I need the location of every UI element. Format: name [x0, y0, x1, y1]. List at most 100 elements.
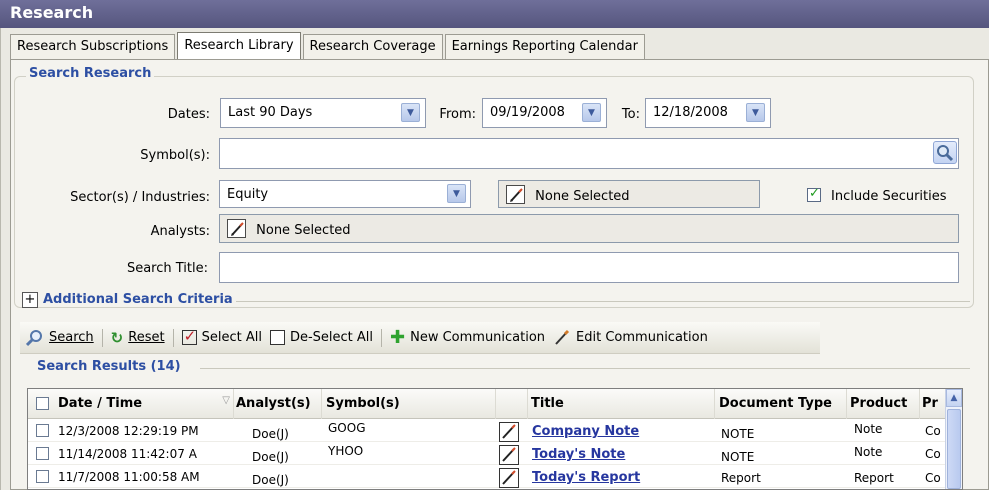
search-button-label: Search: [49, 330, 94, 345]
pencil-icon: [555, 329, 570, 345]
search-results-title: Search Results (14): [34, 359, 184, 374]
row-doc-type: Report: [721, 471, 761, 485]
sector-value: Equity: [227, 187, 269, 202]
from-label: From:: [439, 107, 476, 122]
col-product[interactable]: Product: [850, 389, 920, 419]
col-document-type[interactable]: Document Type: [719, 389, 847, 419]
plus-icon: +: [24, 292, 36, 307]
reset-button-label: Reset: [128, 330, 165, 345]
results-toolbar: Search ↻ Reset ✓ Select All De-Select Al…: [20, 322, 820, 354]
row-product: Note: [854, 445, 883, 459]
results-scrollbar[interactable]: ▲: [945, 389, 962, 489]
select-all-label: Select All: [201, 330, 262, 345]
to-label: To:: [621, 107, 640, 122]
checkbox-checked-icon: ✓: [181, 327, 197, 345]
industries-picker[interactable]: None Selected: [498, 180, 760, 208]
row-product: Note: [854, 422, 883, 436]
toolbar-separator: [381, 328, 382, 347]
from-date-dropdown-arrow-icon[interactable]: ▼: [582, 103, 601, 122]
row-pr: Co: [925, 424, 941, 438]
symbols-input[interactable]: [219, 138, 959, 169]
pencil-icon[interactable]: [499, 445, 519, 465]
row-title-link[interactable]: Today's Report: [532, 470, 640, 485]
col-title[interactable]: Title: [531, 389, 715, 419]
results-divider: [200, 368, 970, 369]
sector-label: Sector(s) / Industries:: [70, 190, 210, 205]
include-securities-label: Include Securities: [831, 189, 947, 204]
refresh-icon: ↻: [110, 328, 124, 347]
select-all-rows-checkbox[interactable]: [36, 397, 49, 410]
results-grid: Date / Time ▽ Analyst(s) Symbol(s) Title…: [27, 388, 963, 490]
analysts-value: None Selected: [256, 223, 351, 238]
edit-communication-button[interactable]: Edit Communication: [553, 329, 708, 347]
reset-button[interactable]: ↻ Reset: [111, 329, 165, 347]
select-all-button[interactable]: ✓ Select All: [181, 327, 262, 345]
analysts-picker[interactable]: None Selected: [219, 214, 959, 243]
tab-earnings-reporting-calendar[interactable]: Earnings Reporting Calendar: [444, 34, 645, 59]
deselect-all-button[interactable]: De-Select All: [269, 330, 373, 345]
row-analyst: Doe(J): [252, 450, 289, 464]
toolbar-separator: [172, 328, 174, 347]
industries-value: None Selected: [535, 189, 630, 204]
checkmark-icon: ✓: [809, 186, 820, 201]
tab-research-library[interactable]: Research Library: [177, 32, 301, 59]
dates-dropdown-arrow-icon[interactable]: ▼: [401, 103, 420, 122]
sector-select[interactable]: Equity: [219, 180, 471, 208]
new-communication-button[interactable]: ✚ New Communication: [390, 328, 546, 346]
pencil-icon[interactable]: [506, 185, 525, 204]
grid-header: Date / Time ▽ Analyst(s) Symbol(s) Title…: [28, 389, 962, 419]
additional-criteria-label[interactable]: Additional Search Criteria: [40, 292, 236, 307]
tab-research-coverage[interactable]: Research Coverage: [302, 34, 443, 59]
dates-value: Last 90 Days: [228, 105, 313, 120]
table-row[interactable]: 11/14/2008 11:42:07 A Doe(J) YHOO Today'…: [28, 444, 962, 465]
row-date: 11/7/2008 11:00:58 AM: [58, 470, 200, 484]
col-analysts[interactable]: Analyst(s): [236, 389, 322, 419]
row-analyst: Doe(J): [252, 473, 289, 487]
dates-label: Dates:: [167, 107, 210, 122]
magnifier-icon: [937, 145, 954, 162]
col-icon[interactable]: [498, 389, 528, 419]
pencil-icon[interactable]: [227, 219, 246, 238]
dates-select[interactable]: Last 90 Days: [220, 98, 426, 128]
search-title-label: Search Title:: [126, 261, 208, 276]
to-date-value: 12/18/2008: [653, 105, 728, 120]
row-date: 12/3/2008 12:29:19 PM: [58, 424, 199, 438]
sort-icon: ▽: [222, 395, 230, 406]
table-row[interactable]: 12/3/2008 12:29:19 PM Doe(J) GOOG Compan…: [28, 421, 962, 442]
new-communication-label: New Communication: [410, 330, 546, 345]
from-date-value: 09/19/2008: [490, 105, 565, 120]
pencil-icon[interactable]: [499, 468, 519, 488]
analysts-label: Analysts:: [150, 224, 210, 239]
row-checkbox[interactable]: [36, 424, 49, 437]
include-securities-checkbox[interactable]: ✓: [807, 186, 821, 202]
symbol-lookup-button[interactable]: [933, 141, 957, 164]
window-title: Research: [0, 0, 989, 28]
scrollbar-thumb[interactable]: [947, 409, 961, 489]
row-doc-type: NOTE: [721, 450, 755, 464]
col-symbols[interactable]: Symbol(s): [326, 389, 496, 419]
table-row[interactable]: 11/7/2008 11:00:58 AM Doe(J) Today's Rep…: [28, 467, 962, 488]
row-checkbox[interactable]: [36, 470, 49, 483]
sector-dropdown-arrow-icon[interactable]: ▼: [447, 184, 466, 203]
tab-strip: Research Subscriptions Research Library …: [10, 32, 647, 59]
symbols-label: Symbol(s):: [140, 148, 210, 163]
search-button[interactable]: Search: [26, 329, 94, 347]
col-pr[interactable]: Pr: [922, 389, 946, 419]
row-title-link[interactable]: Today's Note: [532, 447, 625, 462]
row-title-link[interactable]: Company Note: [532, 424, 639, 439]
scroll-up-icon[interactable]: ▲: [946, 389, 962, 407]
toolbar-separator: [101, 328, 103, 347]
deselect-all-label: De-Select All: [289, 330, 373, 345]
col-date-time[interactable]: Date / Time ▽: [58, 389, 234, 419]
additional-criteria-expand-button[interactable]: +: [22, 292, 38, 308]
row-doc-type: NOTE: [721, 427, 755, 441]
row-symbol: GOOG: [328, 421, 366, 435]
search-title-input[interactable]: [219, 252, 959, 283]
checkbox-empty-icon: [269, 330, 285, 345]
to-date-dropdown-arrow-icon[interactable]: ▼: [746, 103, 765, 122]
row-checkbox[interactable]: [36, 447, 49, 460]
search-research-title: Search Research: [26, 66, 155, 81]
search-icon: [26, 329, 42, 346]
tab-research-subscriptions[interactable]: Research Subscriptions: [10, 34, 176, 59]
pencil-icon[interactable]: [499, 422, 519, 442]
